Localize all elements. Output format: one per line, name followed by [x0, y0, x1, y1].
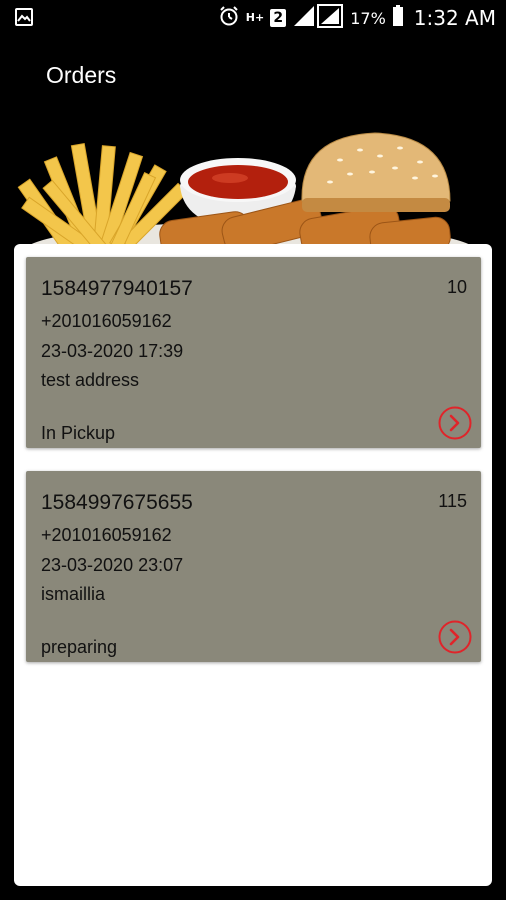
orders-panel: 1584977940157 10 +201016059162 23-03-202… [14, 244, 492, 886]
battery-percent: 17% [350, 8, 386, 28]
screen: H+ 2 17% 1:32 AM Orders 1584977940157 10… [0, 0, 506, 900]
food-banner-image [0, 116, 506, 286]
order-quantity: 10 [446, 277, 467, 297]
order-date: 23-03-2020 17:39 [41, 341, 184, 361]
status-icons: H+ 2 17% 1:32 AM [218, 4, 496, 32]
page-title: Orders [46, 62, 117, 88]
alarm-icon [218, 5, 240, 31]
battery-icon [392, 5, 404, 31]
order-quantity: 115 [438, 491, 467, 511]
order-address: test address [41, 370, 140, 390]
order-card[interactable]: 1584977940157 10 +201016059162 23-03-202… [26, 257, 481, 448]
order-phone: +201016059162 [41, 311, 172, 331]
toolbar: Orders [0, 36, 506, 116]
gallery-notification-icon [14, 7, 34, 31]
chevron-right-icon[interactable] [438, 620, 472, 654]
status-bar: H+ 2 17% 1:32 AM [0, 0, 506, 36]
order-status: In Pickup [41, 423, 116, 443]
order-id: 1584997675655 [41, 491, 193, 514]
order-card[interactable]: 1584997675655 115 +201016059162 23-03-20… [26, 471, 481, 662]
clock-time: 1:32 AM [413, 6, 496, 30]
order-date: 23-03-2020 23:07 [41, 555, 184, 575]
order-status: preparing [41, 637, 118, 657]
network-type: H+ [245, 11, 265, 24]
signal-icon [292, 4, 344, 32]
sim-slot-badge: 2 [270, 9, 287, 27]
order-address: ismaillia [41, 584, 106, 604]
order-phone: +201016059162 [41, 525, 172, 545]
chevron-right-icon[interactable] [438, 406, 472, 440]
order-id: 1584977940157 [41, 277, 193, 300]
